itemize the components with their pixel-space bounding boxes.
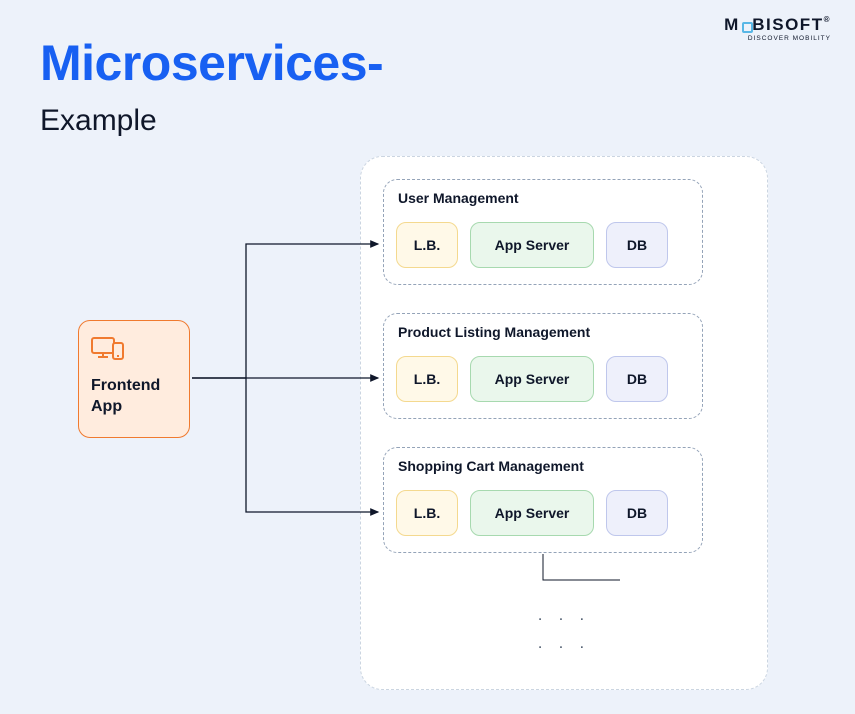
page-subtitle: Example [40, 104, 157, 138]
service-title: User Management [398, 190, 519, 206]
service-product-listing: Product Listing Management L.B. App Serv… [383, 313, 703, 419]
devices-icon [91, 335, 177, 366]
microservices-container: User Management L.B. App Server DB Produ… [360, 156, 768, 690]
lb-chip: L.B. [396, 356, 458, 402]
lb-chip: L.B. [396, 222, 458, 268]
frontend-app: Frontend App [78, 320, 190, 438]
registered-mark: ® [824, 15, 831, 24]
logo-main: M BISOFT® [724, 16, 831, 33]
logo: M BISOFT® DISCOVER MOBILITY [724, 16, 831, 42]
db-chip: DB [606, 356, 668, 402]
page-title: Microservices- [40, 34, 383, 92]
service-shopping-cart: Shopping Cart Management L.B. App Server… [383, 447, 703, 553]
service-title: Shopping Cart Management [398, 458, 584, 474]
db-chip: DB [606, 490, 668, 536]
app-chip: App Server [470, 222, 594, 268]
service-title: Product Listing Management [398, 324, 590, 340]
lb-chip: L.B. [396, 490, 458, 536]
logo-sub: DISCOVER MOBILITY [724, 35, 831, 42]
ellipsis-2: . . . [538, 635, 590, 653]
app-chip: App Server [470, 356, 594, 402]
app-chip: App Server [470, 490, 594, 536]
frontend-label: Frontend App [91, 376, 177, 418]
db-chip: DB [606, 222, 668, 268]
ellipsis-1: . . . [538, 607, 590, 625]
service-user-management: User Management L.B. App Server DB [383, 179, 703, 285]
